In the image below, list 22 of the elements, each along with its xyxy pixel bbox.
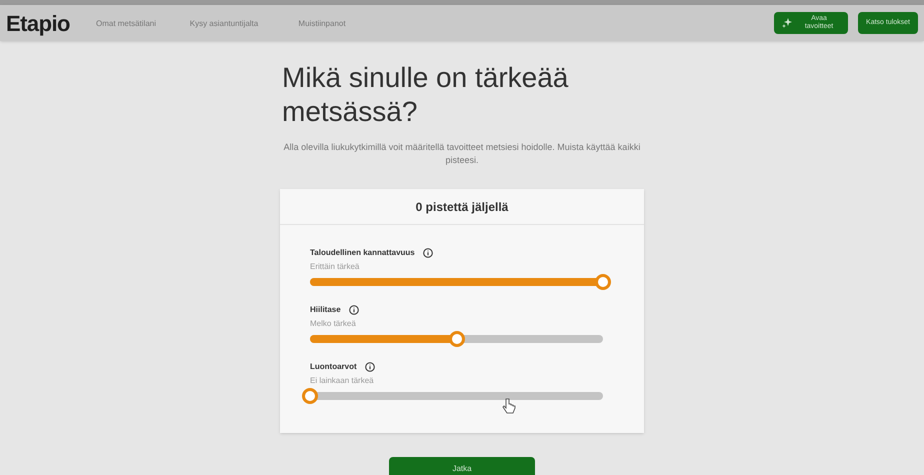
slider-thumb[interactable] <box>448 331 464 347</box>
nav-link[interactable]: Omat metsätilani <box>86 18 166 28</box>
slider-label: Hiilitase <box>310 304 341 316</box>
slider-value: Melko tärkeä <box>310 318 357 330</box>
logo[interactable]: Etapio <box>6 6 76 40</box>
pointer-cursor-icon <box>502 398 516 416</box>
sparkle-icon <box>782 18 792 28</box>
nav-link[interactable]: Kysy asiantuntijalta <box>184 18 264 28</box>
info-icon[interactable] <box>422 248 433 258</box>
continue-button[interactable]: Jatka <box>389 457 535 475</box>
slider-value: Ei lainkaan tärkeä <box>310 375 375 387</box>
slider-label: Luontoarvot <box>310 361 357 373</box>
info-icon[interactable] <box>364 362 375 372</box>
intro-text: Alla olevilla liukukytkimillä voit määritellä tavoitteet metsiesi hoidolle. Muista käyttää kaikki pisteesi. <box>282 141 642 167</box>
slider-label: Taloudellinen kannattavuus <box>310 247 415 259</box>
page-title: Mikä sinulle on tärkeää metsässä? <box>282 61 570 129</box>
info-icon[interactable] <box>348 305 359 315</box>
slider-thumb[interactable] <box>302 388 318 404</box>
slider-thumb[interactable] <box>595 274 611 290</box>
nav-link[interactable]: Muistiinpanot <box>282 18 362 28</box>
slider-value: Erittäin tärkeä <box>310 261 360 273</box>
points-remaining: 0 pistettä jäljellä <box>416 198 508 216</box>
